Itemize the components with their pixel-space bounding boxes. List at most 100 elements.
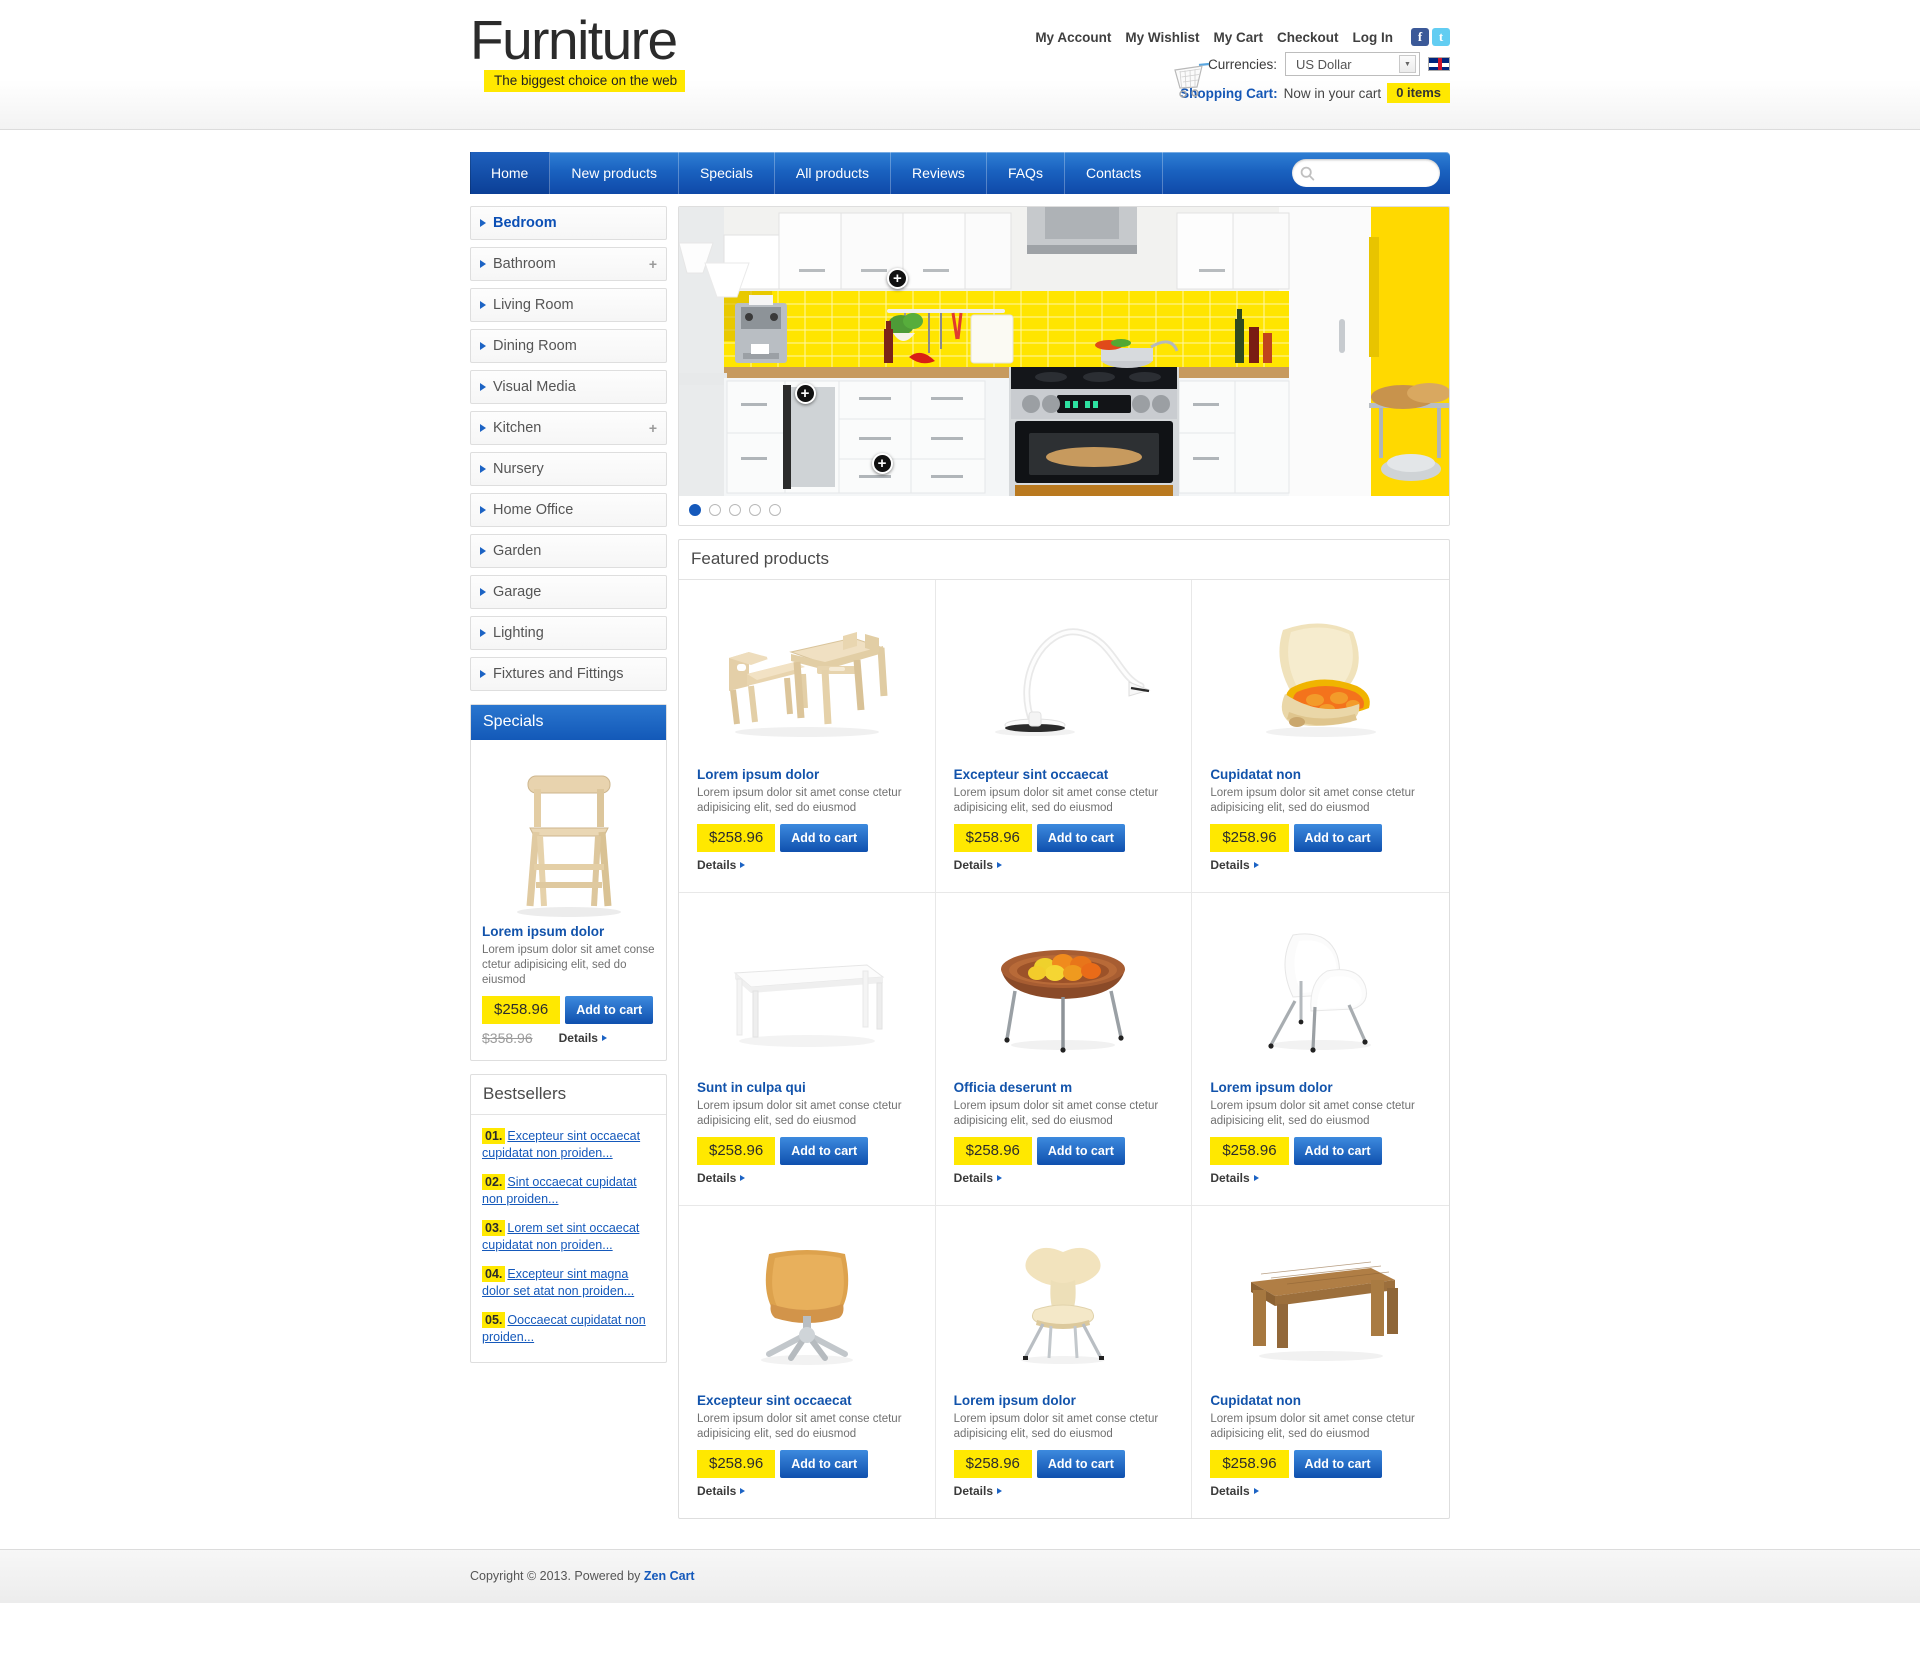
slider-hotspot-3[interactable]: + <box>871 452 893 474</box>
product-image-curved-desk-lamp[interactable] <box>954 597 1174 757</box>
slider-dot-3[interactable] <box>729 504 741 516</box>
product-image-wooden-floor-chair-orange-cushion[interactable] <box>1210 597 1431 757</box>
slider-dot-1[interactable] <box>689 504 701 516</box>
product-image-white-shell-chair[interactable] <box>1210 910 1431 1070</box>
list-item[interactable]: 02. Sint occaecat cupidatat non proiden..… <box>482 1174 655 1208</box>
link-my-wishlist[interactable]: My Wishlist <box>1125 30 1199 45</box>
slider-image-kitchen[interactable]: + + + <box>679 207 1449 496</box>
list-item[interactable]: 01. Excepteur sint occaecat cupidatat non… <box>482 1128 655 1162</box>
specials-details-link[interactable]: Details <box>559 1031 607 1045</box>
add-to-cart-button[interactable]: Add to cart <box>1293 824 1382 852</box>
nav-item-specials[interactable]: Specials <box>679 152 775 194</box>
currency-select[interactable]: US Dollar ▼ <box>1285 52 1420 76</box>
zen-cart-link[interactable]: Zen Cart <box>644 1569 695 1583</box>
product-details-link[interactable]: Details <box>697 858 746 872</box>
plus-expand-icon[interactable]: + <box>649 257 657 271</box>
add-to-cart-button[interactable]: Add to cart <box>780 1137 869 1165</box>
product-title[interactable]: Lorem ipsum dolor <box>954 1393 1174 1408</box>
bestseller-link[interactable]: Ooccaecat cupidatat non proiden... <box>482 1313 646 1344</box>
nav-item-faqs[interactable]: FAQs <box>987 152 1065 194</box>
slider-dot-5[interactable] <box>769 504 781 516</box>
link-checkout[interactable]: Checkout <box>1277 30 1339 45</box>
link-log-in[interactable]: Log In <box>1353 30 1394 45</box>
add-to-cart-button[interactable]: Add to cart <box>1036 824 1125 852</box>
product-title[interactable]: Excepteur sint occaecat <box>697 1393 917 1408</box>
specials-add-to-cart-button[interactable]: Add to cart <box>565 996 654 1024</box>
sidebar-item-visual-media[interactable]: Visual Media <box>470 370 667 404</box>
nav-item-all-products[interactable]: All products <box>775 152 892 194</box>
nav-item-new-products[interactable]: New products <box>550 152 679 194</box>
product-details-link[interactable]: Details <box>1210 858 1259 872</box>
product-title[interactable]: Lorem ipsum dolor <box>1210 1080 1431 1095</box>
sidebar-item-fixtures-and-fittings[interactable]: Fixtures and Fittings <box>470 657 667 691</box>
product-image-kids-table-chair-set[interactable] <box>697 597 917 757</box>
sidebar-item-home-office[interactable]: Home Office <box>470 493 667 527</box>
add-to-cart-button[interactable]: Add to cart <box>780 1450 869 1478</box>
product-title[interactable]: Cupidatat non <box>1210 767 1431 782</box>
product-details-link[interactable]: Details <box>697 1484 746 1498</box>
nav-item-reviews[interactable]: Reviews <box>891 152 987 194</box>
nav-item-contacts[interactable]: Contacts <box>1065 152 1164 194</box>
product-details-link[interactable]: Details <box>697 1171 746 1185</box>
site-logo[interactable]: Furniture The biggest choice on the web <box>470 12 686 92</box>
bestseller-link[interactable]: Sint occaecat cupidatat non proiden... <box>482 1175 637 1206</box>
search-box[interactable] <box>1292 159 1440 187</box>
product-image-round-wooden-bowl-table-fruit[interactable] <box>954 910 1174 1070</box>
search-input[interactable] <box>1318 165 1428 181</box>
slider-hotspot-2[interactable]: + <box>794 383 816 405</box>
list-item[interactable]: 03. Lorem set sint occaecat cupidatat non… <box>482 1220 655 1254</box>
category-label: Lighting <box>493 625 544 641</box>
facebook-icon[interactable]: f <box>1411 28 1429 46</box>
nav-item-home[interactable]: Home <box>470 152 551 194</box>
specials-product-title[interactable]: Lorem ipsum dolor <box>482 924 655 939</box>
sidebar-item-garden[interactable]: Garden <box>470 534 667 568</box>
uk-flag-icon[interactable] <box>1428 57 1450 71</box>
site-header: Furniture The biggest choice on the web … <box>0 0 1920 130</box>
product-details-link[interactable]: Details <box>954 1171 1003 1185</box>
bestseller-link[interactable]: Excepteur sint occaecat cupidatat non pr… <box>482 1129 640 1160</box>
product-details-link[interactable]: Details <box>954 1484 1003 1498</box>
bestseller-link[interactable]: Lorem set sint occaecat cupidatat non pr… <box>482 1221 639 1252</box>
list-item[interactable]: 04. Excepteur sint magna dolor set atat n… <box>482 1266 655 1300</box>
list-item[interactable]: 05. Ooccaecat cupidatat non proiden... <box>482 1312 655 1346</box>
sidebar-item-garage[interactable]: Garage <box>470 575 667 609</box>
sidebar-item-bathroom[interactable]: Bathroom + <box>470 247 667 281</box>
product-card: Cupidatat non Lorem ipsum dolor sit amet… <box>1192 1206 1449 1518</box>
add-to-cart-button[interactable]: Add to cart <box>780 824 869 852</box>
link-my-account[interactable]: My Account <box>1035 30 1111 45</box>
search-icon <box>1300 166 1315 181</box>
sidebar-item-kitchen[interactable]: Kitchen + <box>470 411 667 445</box>
plus-expand-icon[interactable]: + <box>649 421 657 435</box>
product-details-link[interactable]: Details <box>1210 1484 1259 1498</box>
triangle-right-icon <box>480 383 486 391</box>
product-title[interactable]: Lorem ipsum dolor <box>697 767 917 782</box>
product-image-orange-swivel-lounge-chair[interactable] <box>697 1223 917 1383</box>
sidebar-item-dining-room[interactable]: Dining Room <box>470 329 667 363</box>
slider-dot-4[interactable] <box>749 504 761 516</box>
slider-hotspot-1[interactable]: + <box>886 267 908 289</box>
sidebar-item-nursery[interactable]: Nursery <box>470 452 667 486</box>
link-my-cart[interactable]: My Cart <box>1213 30 1263 45</box>
product-title[interactable]: Sunt in culpa qui <box>697 1080 917 1095</box>
add-to-cart-button[interactable]: Add to cart <box>1293 1137 1382 1165</box>
product-title[interactable]: Cupidatat non <box>1210 1393 1431 1408</box>
chevron-down-icon[interactable]: ▼ <box>1399 55 1416 73</box>
product-details-link[interactable]: Details <box>1210 1171 1259 1185</box>
product-image-plywood-butterfly-chair[interactable] <box>954 1223 1174 1383</box>
add-to-cart-button[interactable]: Add to cart <box>1293 1450 1382 1478</box>
product-title[interactable]: Excepteur sint occaecat <box>954 767 1174 782</box>
twitter-icon[interactable]: t <box>1432 28 1450 46</box>
add-to-cart-button[interactable]: Add to cart <box>1036 1137 1125 1165</box>
shopping-cart-icon[interactable] <box>1169 61 1215 101</box>
slider-dot-2[interactable] <box>709 504 721 516</box>
product-details-link[interactable]: Details <box>954 858 1003 872</box>
product-title[interactable]: Officia deserunt m <box>954 1080 1174 1095</box>
add-to-cart-button[interactable]: Add to cart <box>1036 1450 1125 1478</box>
sidebar-item-living-room[interactable]: Living Room <box>470 288 667 322</box>
product-image-solid-wood-dining-table[interactable] <box>1210 1223 1431 1383</box>
product-image-white-dining-table[interactable] <box>697 910 917 1070</box>
specials-product-image[interactable] <box>482 752 655 924</box>
page-content: Bedroom Bathroom + Living Room Dining Ro… <box>470 194 1450 1549</box>
sidebar-item-bedroom[interactable]: Bedroom <box>470 206 667 240</box>
sidebar-item-lighting[interactable]: Lighting <box>470 616 667 650</box>
